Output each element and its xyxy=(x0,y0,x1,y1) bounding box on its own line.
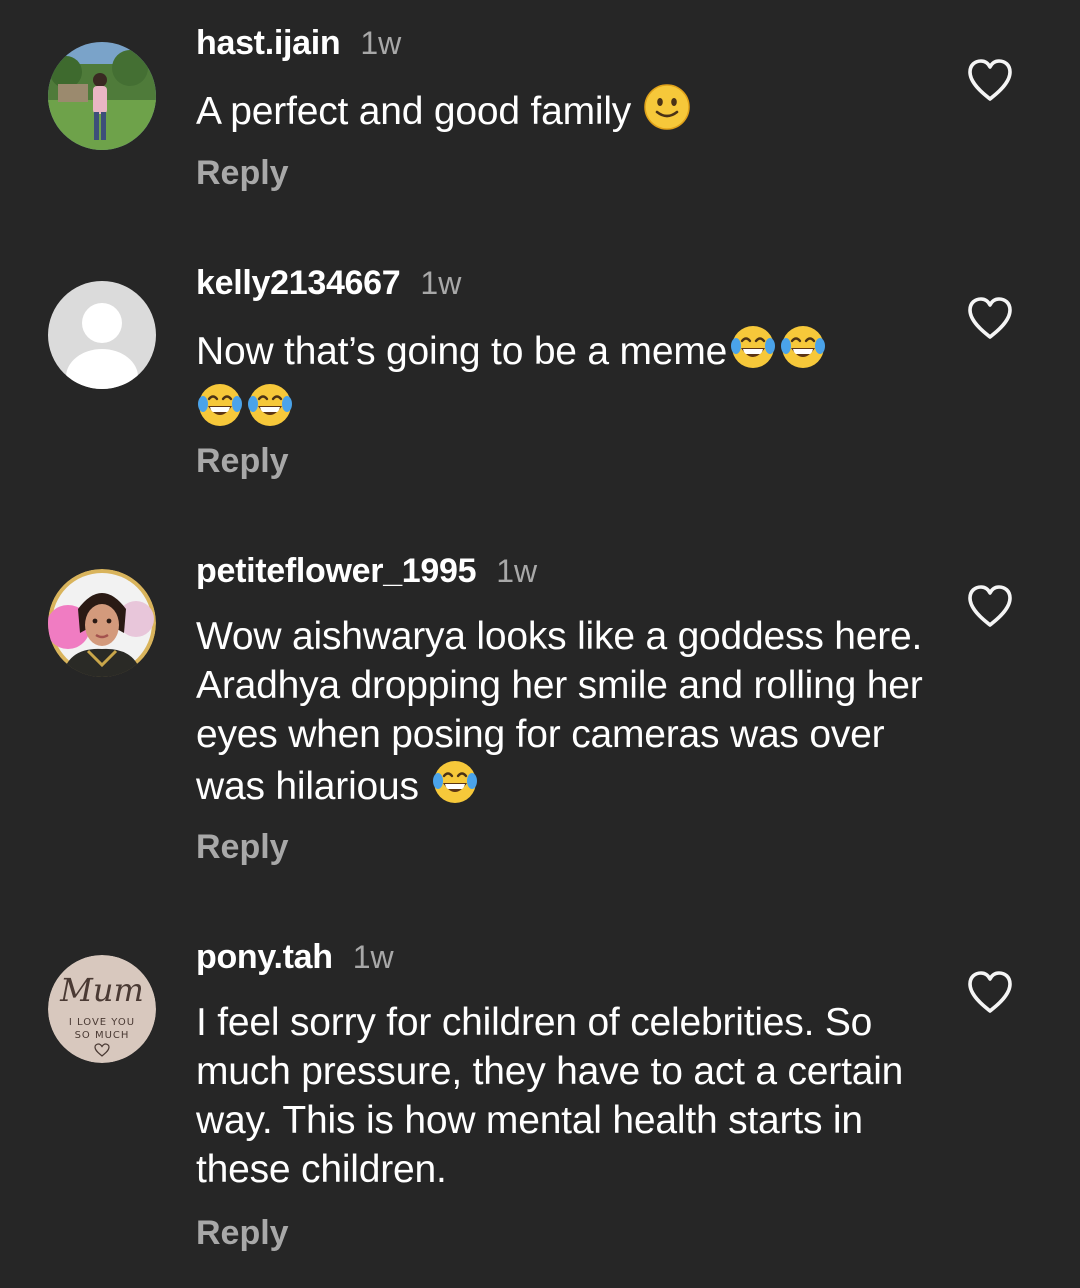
comment-item: Mum I LOVE YOU SO MUCH pony.tah 1w I feel… xyxy=(0,0,1080,1288)
comment-text: I feel sorry for children of celebrities… xyxy=(196,1001,904,1191)
comment-timestamp: 1w xyxy=(352,939,394,975)
avatar-line2: SO MUCH xyxy=(75,1030,130,1041)
comment-username[interactable]: pony.tah xyxy=(196,938,333,976)
reply-button[interactable]: Reply xyxy=(196,1214,289,1253)
avatar[interactable]: Mum I LOVE YOU SO MUCH xyxy=(48,955,156,1063)
like-heart-icon[interactable] xyxy=(966,970,1014,1014)
comment-body: I feel sorry for children of celebrities… xyxy=(196,998,936,1194)
avatar-title: Mum xyxy=(59,971,144,1009)
avatar-line1: I LOVE YOU xyxy=(69,1017,135,1028)
